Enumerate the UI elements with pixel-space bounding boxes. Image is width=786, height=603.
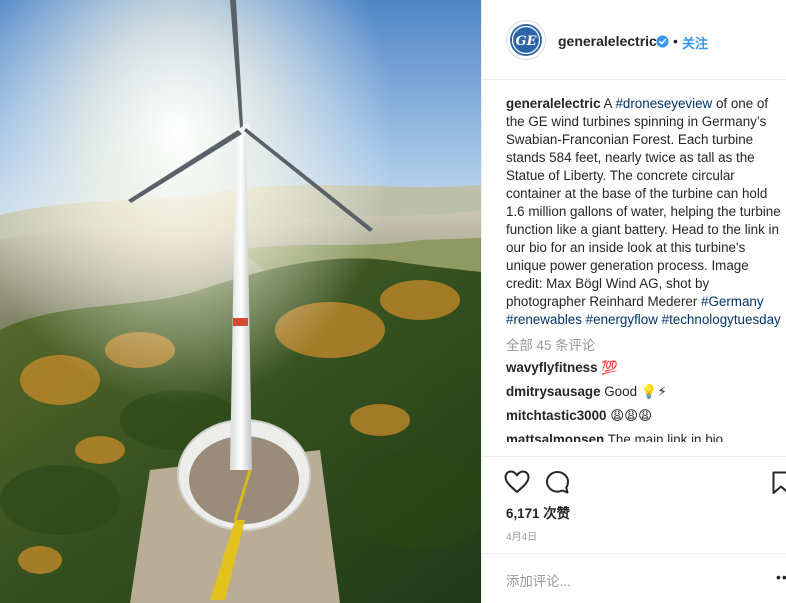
verified-badge-icon (656, 35, 669, 48)
comment-username[interactable]: dmitrysausage (506, 384, 601, 399)
wind-turbine-aerial-photo (0, 0, 481, 603)
hashtag-link[interactable]: #Germany (701, 294, 764, 309)
comment-text: Good 💡⚡ (604, 384, 667, 399)
caption-author[interactable]: generalelectric (506, 96, 601, 111)
comment-text: The main link in bio... (607, 432, 735, 442)
svg-text:GE: GE (515, 34, 537, 49)
comment-row: mitchtastic3000 😩😩😩 (506, 404, 786, 428)
comment-username[interactable]: mitchtastic3000 (506, 408, 606, 423)
comment-text: 😩😩😩 (610, 408, 653, 423)
hashtag-link[interactable]: #renewables (506, 312, 582, 327)
add-comment-bar: 添加评论... ••• (482, 553, 786, 603)
add-comment-input[interactable]: 添加评论... (506, 570, 571, 590)
hashtag-link[interactable]: #energyflow (586, 312, 658, 327)
caption-text: of one of the GE wind turbines spinning … (506, 96, 781, 309)
comment-row: mattsalmonsen The main link in bio... (506, 428, 786, 442)
comment-list: wavyflyfitness 💯 dmitrysausage Good 💡⚡ mit… (506, 356, 786, 442)
comment-username[interactable]: wavyflyfitness (506, 360, 598, 375)
comment-username[interactable]: mattsalmonsen (506, 432, 604, 442)
post-photo[interactable] (0, 0, 481, 603)
follow-button[interactable]: 关注 (682, 33, 708, 52)
post-details-panel: GE generalelectric • 关注 generalelectric … (481, 0, 786, 603)
account-username[interactable]: generalelectric (558, 33, 657, 49)
heart-icon[interactable] (504, 470, 530, 494)
comment-row: wavyflyfitness 💯 (506, 356, 786, 380)
hashtag-link[interactable]: #droneseyeview (615, 96, 712, 111)
post-date: 4月4日 (506, 532, 538, 543)
comment-icon[interactable] (545, 470, 570, 495)
comment-row: dmitrysausage Good 💡⚡ (506, 380, 786, 404)
view-all-comments-link[interactable]: 全部 45 条评论 (506, 336, 786, 356)
post-header: GE generalelectric • 关注 (482, 0, 786, 80)
post-comments-area: generalelectric A #droneseyeview of one … (506, 95, 786, 456)
more-options-icon[interactable]: ••• (776, 569, 786, 585)
post-caption: generalelectric A #droneseyeview of one … (506, 95, 786, 329)
comment-text: 💯 (601, 360, 618, 375)
ge-logo-icon[interactable]: GE (506, 20, 546, 60)
likes-count[interactable]: 6,171 次赞 (506, 502, 570, 522)
caption-text: A (603, 96, 616, 111)
hashtag-link[interactable]: #technologytuesday (662, 312, 781, 327)
separator-dot: • (673, 33, 678, 49)
bookmark-icon[interactable] (772, 471, 786, 495)
